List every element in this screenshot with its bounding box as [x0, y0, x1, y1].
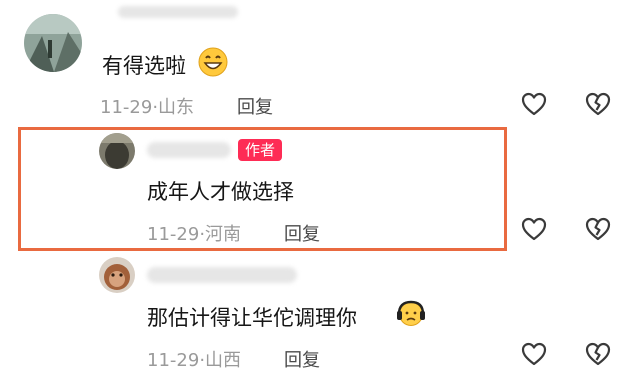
broken-heart-icon[interactable] — [584, 90, 612, 118]
comment-text: 成年人才做选择 — [147, 180, 294, 204]
author-badge: 作者 — [238, 139, 283, 161]
broken-heart-icon[interactable] — [584, 340, 612, 368]
comment-meta: 11-29·山西 — [147, 346, 241, 372]
heart-outline-icon[interactable] — [520, 340, 548, 368]
comment-location: 山东 — [158, 97, 195, 118]
heart-outline-icon[interactable] — [520, 90, 548, 118]
worried-emoji-icon — [397, 300, 425, 326]
heart-outline-icon[interactable] — [520, 215, 548, 243]
username-blurred[interactable] — [118, 6, 238, 18]
reply-button[interactable]: 回复 — [284, 346, 320, 372]
comment-date: 11-29 — [100, 97, 153, 118]
grinning-emoji-icon — [198, 47, 228, 77]
comment-text: 有得选啦 — [102, 54, 186, 78]
reply-button[interactable]: 回复 — [284, 220, 320, 246]
avatar[interactable] — [99, 257, 135, 293]
comment-location: 河南 — [205, 224, 242, 245]
avatar[interactable] — [99, 133, 135, 169]
reply-button[interactable]: 回复 — [237, 93, 273, 119]
comment-meta: 11-29·山东 — [100, 93, 194, 119]
avatar[interactable] — [24, 14, 82, 72]
username-blurred[interactable] — [147, 142, 231, 158]
username-blurred[interactable] — [147, 267, 297, 283]
comment-date: 11-29 — [147, 224, 200, 245]
comment-meta: 11-29·河南 — [147, 220, 241, 246]
broken-heart-icon[interactable] — [584, 215, 612, 243]
comment-text: 那估计得让华佗调理你 — [147, 306, 357, 330]
